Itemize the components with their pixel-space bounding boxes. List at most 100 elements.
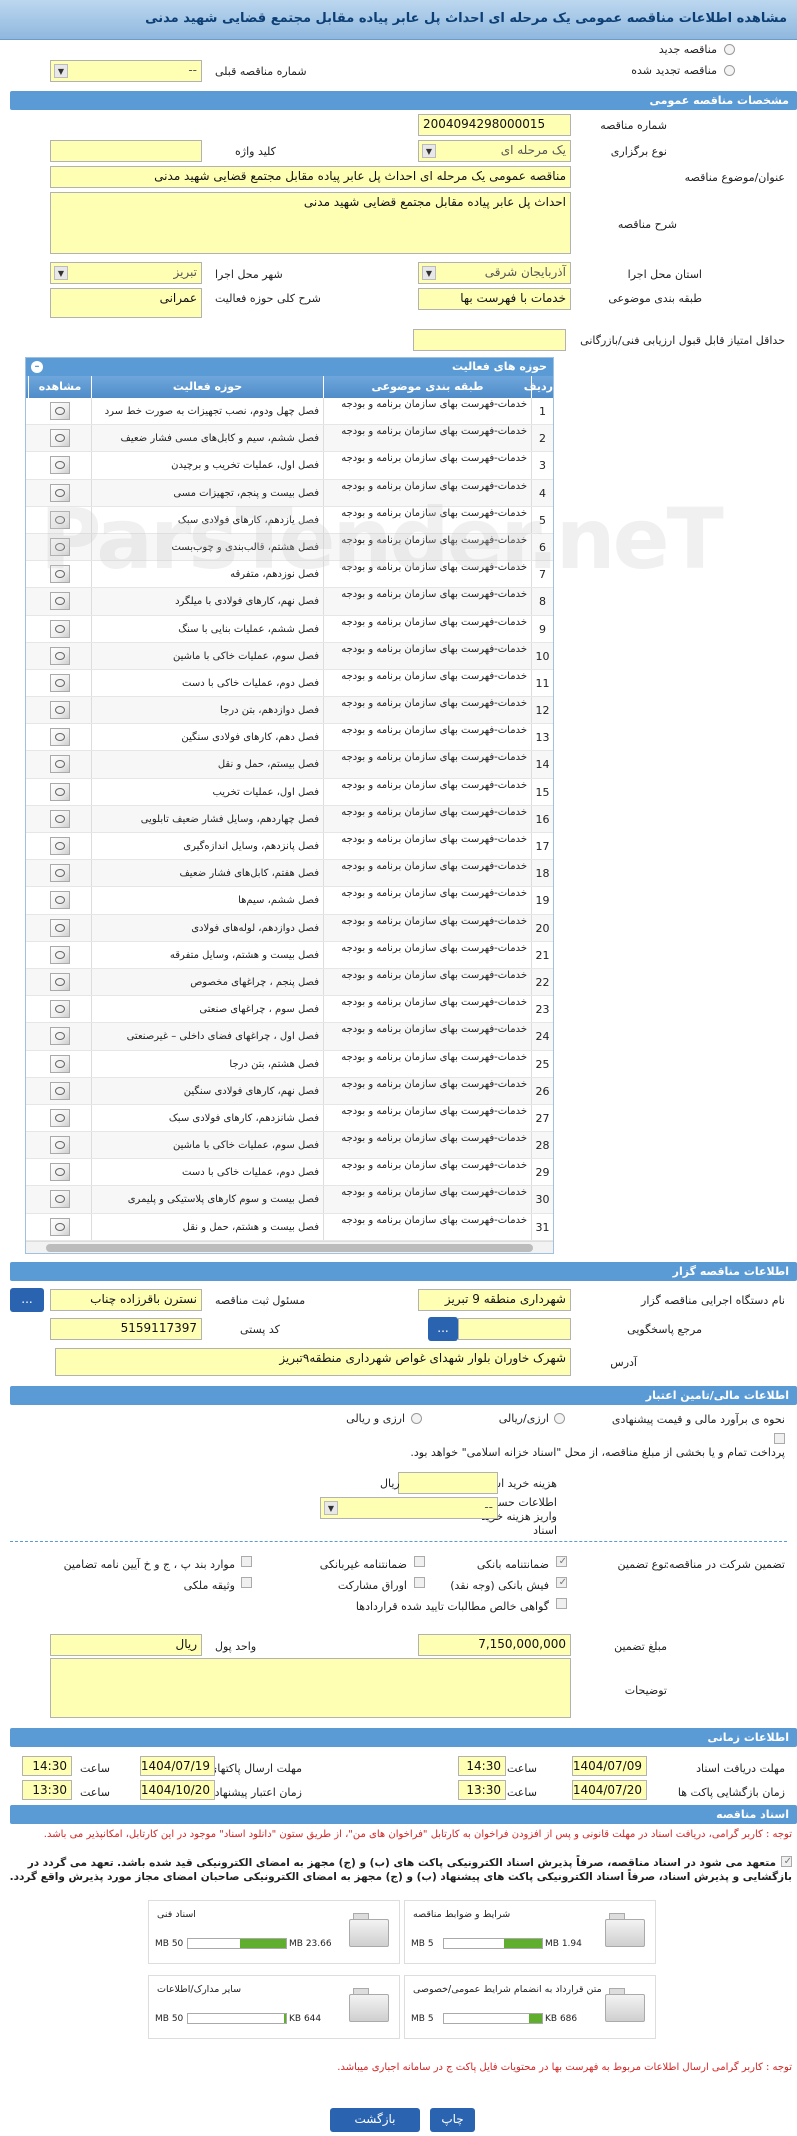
view-document-icon[interactable] [50, 728, 70, 747]
addr-field[interactable]: شهرک خاوران بلوار شهدای غواص شهرداری منط… [55, 1348, 571, 1376]
view-document-icon[interactable] [50, 864, 70, 883]
view-document-icon[interactable] [50, 592, 70, 611]
view-document-icon[interactable] [50, 402, 70, 420]
view-document-icon[interactable] [50, 619, 70, 638]
receive-date[interactable]: 1404/07/09 [572, 1756, 647, 1776]
row-view [28, 1186, 91, 1212]
activity-field[interactable]: عمرانی [50, 288, 202, 318]
view-document-icon[interactable] [50, 945, 70, 964]
view-document-icon[interactable] [50, 1027, 70, 1046]
doc-item[interactable]: متن قرارداد به انضمام شرایط عمومی/خصوصی … [404, 1975, 656, 2039]
province-label: استان محل اجرا [627, 268, 702, 281]
view-document-icon[interactable] [50, 673, 70, 692]
docs-section-header: اسناد مناقصه [10, 1805, 797, 1824]
province-select[interactable]: آذربایجان شرقی ▼ [418, 262, 571, 284]
view-document-icon[interactable] [50, 1000, 70, 1019]
keyword-field[interactable] [50, 140, 202, 162]
view-document-icon[interactable] [50, 1108, 70, 1127]
view-document-icon[interactable] [50, 1136, 70, 1155]
view-document-icon[interactable] [50, 1081, 70, 1100]
doc-max: 5 MB [411, 2014, 434, 2024]
category-field[interactable]: خدمات با فهرست بها [418, 288, 571, 310]
view-document-icon[interactable] [50, 782, 70, 801]
back-button[interactable]: بازگشت [330, 2108, 420, 2132]
property-checkbox[interactable] [241, 1577, 252, 1591]
postal-field[interactable]: 5159117397 [50, 1318, 202, 1340]
table-row: 15 خدمات-فهرست بهای سازمان برنامه و بودجه… [26, 778, 553, 806]
row-view [28, 887, 91, 913]
submit-time[interactable]: 14:30 [22, 1756, 72, 1776]
table-row: 11 خدمات-فهرست بهای سازمان برنامه و بودجه… [26, 669, 553, 698]
resp-field[interactable]: نسترن باقرزاده چناب [50, 1289, 202, 1311]
open-date[interactable]: 1404/07/20 [572, 1780, 647, 1800]
subject-field[interactable]: مناقصه عمومی یک مرحله ای احداث پل عابر پ… [50, 166, 571, 188]
unit-field[interactable]: ریال [50, 1634, 202, 1656]
renewed-tender-radio[interactable] [724, 65, 735, 79]
new-tender-radio[interactable] [724, 44, 735, 58]
table-row: 20 خدمات-فهرست بهای سازمان برنامه و بودجه… [26, 914, 553, 942]
row-number: 30 [531, 1186, 553, 1213]
doc-item[interactable]: اسناد فنی 50 MB 23.66 MB [148, 1900, 400, 1964]
row-category: خدمات-فهرست بهای سازمان برنامه و بودجه [323, 724, 531, 751]
view-document-icon[interactable] [50, 755, 70, 774]
view-document-icon[interactable] [50, 456, 70, 475]
submit-date[interactable]: 1404/07/19 [140, 1756, 215, 1776]
doc-item[interactable]: شرایط و ضوابط مناقصه 5 MB 1.94 MB [404, 1900, 656, 1964]
doc-cost-field[interactable] [398, 1472, 498, 1494]
desc-textarea[interactable]: احداث پل عابر پیاده مقابل مجتمع قضایی شه… [50, 192, 571, 254]
watermark-logo: ParsTender.neT [40, 490, 724, 588]
bank-guarantee-label: ضمانتنامه بانکی [476, 1558, 549, 1571]
bonds-checkbox[interactable] [414, 1577, 425, 1591]
view-document-icon[interactable] [50, 1217, 70, 1236]
nonbank-guarantee-checkbox[interactable] [414, 1556, 425, 1570]
min-score-field[interactable] [413, 329, 566, 351]
ref-browse-button[interactable]: ... [428, 1317, 458, 1341]
timing-section-header: اطلاعات زمانی [10, 1728, 797, 1747]
view-document-icon[interactable] [50, 701, 70, 720]
type-select[interactable]: یک مرحله ای ▼ [418, 140, 571, 162]
ref-field[interactable] [458, 1318, 571, 1340]
rial-radio[interactable] [554, 1413, 565, 1427]
view-document-icon[interactable] [50, 837, 70, 855]
valid-date[interactable]: 1404/10/20 [140, 1780, 215, 1800]
view-document-icon[interactable] [50, 972, 70, 991]
guarantee-desc-textarea[interactable] [50, 1658, 571, 1718]
view-document-icon[interactable] [50, 1054, 70, 1073]
print-button[interactable]: چاپ [430, 2108, 475, 2132]
table-row: 13 خدمات-فهرست بهای سازمان برنامه و بودجه… [26, 724, 553, 752]
view-document-icon[interactable] [50, 918, 70, 937]
view-document-icon[interactable] [50, 646, 70, 665]
cash-checkbox[interactable] [556, 1577, 567, 1591]
receive-time[interactable]: 14:30 [458, 1756, 506, 1776]
row-view [28, 942, 91, 968]
treasury-checkbox[interactable] [774, 1433, 785, 1447]
bylaw-checkbox[interactable] [241, 1556, 252, 1570]
prev-number-select[interactable]: -- ▼ [50, 60, 202, 82]
view-document-icon[interactable] [50, 891, 70, 910]
account-select[interactable]: -- ▼ [320, 1497, 498, 1519]
amount-field[interactable]: 7,150,000,000 [418, 1634, 571, 1656]
valid-time[interactable]: 13:30 [22, 1780, 72, 1800]
bank-guarantee-checkbox[interactable] [556, 1556, 567, 1570]
collapse-icon[interactable]: – [31, 361, 43, 373]
row-view [28, 751, 91, 777]
row-view [28, 398, 91, 424]
view-document-icon[interactable] [50, 1190, 70, 1209]
row-view [28, 806, 91, 832]
open-time[interactable]: 13:30 [458, 1780, 506, 1800]
horizontal-scrollbar[interactable] [26, 1241, 553, 1253]
view-document-icon[interactable] [50, 1163, 70, 1182]
city-select[interactable]: تبریز ▼ [50, 262, 202, 284]
row-number: 2 [531, 425, 553, 452]
resp-browse-button[interactable]: ... [10, 1288, 44, 1312]
number-field[interactable]: 2004094298000015 [418, 114, 571, 136]
fx-rial-radio[interactable] [411, 1413, 422, 1427]
bylaw-label: موارد بند پ ، ج و خ آیین نامه تضامین [63, 1558, 235, 1571]
row-activity: فصل بیست و هشتم، حمل و نقل [91, 1213, 323, 1240]
doc-max: 50 MB [155, 1939, 184, 1949]
receivables-checkbox[interactable] [556, 1598, 567, 1612]
view-document-icon[interactable] [50, 429, 70, 448]
doc-item[interactable]: سایر مدارک/اطلاعات 50 MB 644 KB [148, 1975, 400, 2039]
org-field[interactable]: شهرداری منطقه 9 تبریز [418, 1289, 571, 1311]
view-document-icon[interactable] [50, 809, 70, 828]
